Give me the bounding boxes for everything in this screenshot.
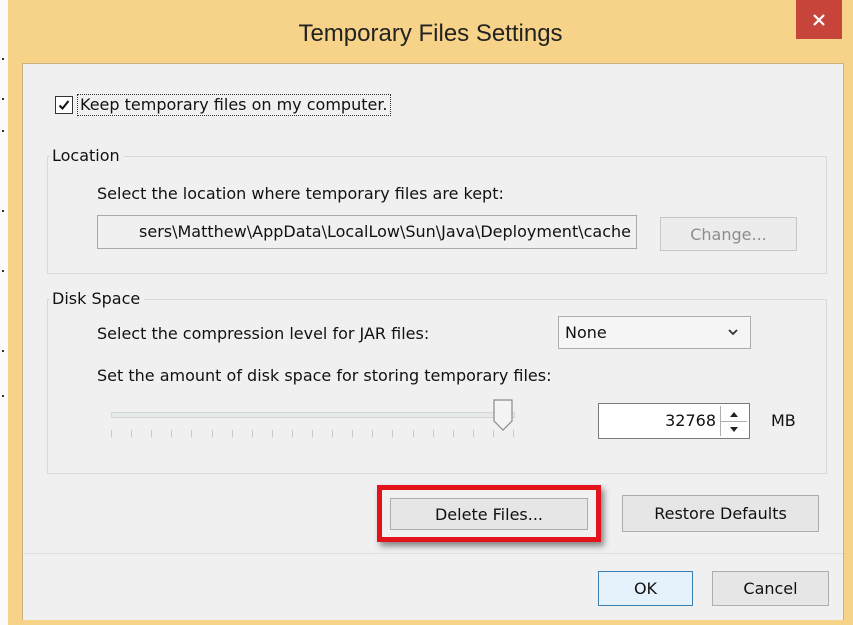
cancel-label: Cancel <box>743 579 798 598</box>
slider-tick <box>493 430 494 437</box>
dialog-window: Temporary Files Settings Keep temporary … <box>8 0 853 625</box>
slider-tick <box>131 430 132 437</box>
ok-button[interactable]: OK <box>598 571 693 606</box>
cache-path-field[interactable]: sers\Matthew\AppData\LocalLow\Sun\Java\D… <box>97 215 637 249</box>
caret-up-icon <box>730 411 738 417</box>
cancel-button[interactable]: Cancel <box>712 571 829 606</box>
slider-tick <box>151 430 152 437</box>
spinner-up-button[interactable] <box>721 406 747 422</box>
keep-files-label[interactable]: Keep temporary files on my computer. <box>77 94 391 116</box>
slider-tick <box>352 430 353 437</box>
slider-tick <box>191 430 192 437</box>
slider-tick <box>252 430 253 437</box>
disk-space-amount-value[interactable]: 32768 <box>665 411 716 431</box>
restore-defaults-label: Restore Defaults <box>654 504 787 523</box>
caret-down-icon <box>730 426 738 432</box>
compression-label: Select the compression level for JAR fil… <box>97 324 430 343</box>
slider-tick <box>212 430 213 437</box>
slider-tick <box>413 430 414 437</box>
keep-files-checkbox[interactable] <box>55 96 73 114</box>
ok-label: OK <box>633 579 658 598</box>
spinner-down-button[interactable] <box>721 422 747 437</box>
desktop-edge <box>0 0 8 625</box>
change-location-label: Change... <box>690 224 767 244</box>
dialog-footer: OK Cancel <box>23 553 843 620</box>
dialog-title: Temporary Files Settings <box>298 20 563 47</box>
restore-defaults-button[interactable]: Restore Defaults <box>622 495 819 532</box>
slider-tick <box>392 430 393 437</box>
compression-select[interactable]: None <box>558 316 751 349</box>
slider-tick <box>453 430 454 437</box>
checkmark-icon <box>58 100 70 110</box>
spinner-arrows <box>720 406 747 436</box>
dialog-content: Keep temporary files on my computer. Loc… <box>22 63 844 620</box>
chevron-down-icon <box>728 329 738 336</box>
close-button[interactable] <box>796 0 842 39</box>
slider-tick <box>513 430 514 437</box>
disk-space-unit: MB <box>771 411 796 430</box>
slider-tick <box>232 430 233 437</box>
slider-tick <box>272 430 273 437</box>
slider-tick <box>433 430 434 437</box>
slider-tick <box>292 430 293 437</box>
slider-tick <box>111 430 112 437</box>
compression-value: None <box>565 323 607 342</box>
disk-space-label: Set the amount of disk space for storing… <box>97 366 552 385</box>
slider-tick <box>171 430 172 437</box>
location-group-title: Location <box>50 146 124 166</box>
slider-tick <box>312 430 313 437</box>
disk-space-group-title: Disk Space <box>50 289 145 309</box>
cache-path-text: sers\Matthew\AppData\LocalLow\Sun\Java\D… <box>139 222 631 241</box>
slider-tick <box>473 430 474 437</box>
change-location-button[interactable]: Change... <box>660 217 797 251</box>
disk-space-slider-thumb[interactable] <box>493 399 513 431</box>
disk-space-slider-track[interactable] <box>111 412 515 418</box>
slider-tick <box>372 430 373 437</box>
disk-space-amount-spinner[interactable]: 32768 <box>598 403 750 439</box>
close-icon <box>813 13 825 26</box>
title-bar[interactable]: Temporary Files Settings <box>8 0 853 63</box>
keep-files-row: Keep temporary files on my computer. <box>55 94 391 116</box>
location-description: Select the location where temporary file… <box>97 184 504 203</box>
slider-tick <box>332 430 333 437</box>
annotation-highlight-box <box>377 485 601 542</box>
